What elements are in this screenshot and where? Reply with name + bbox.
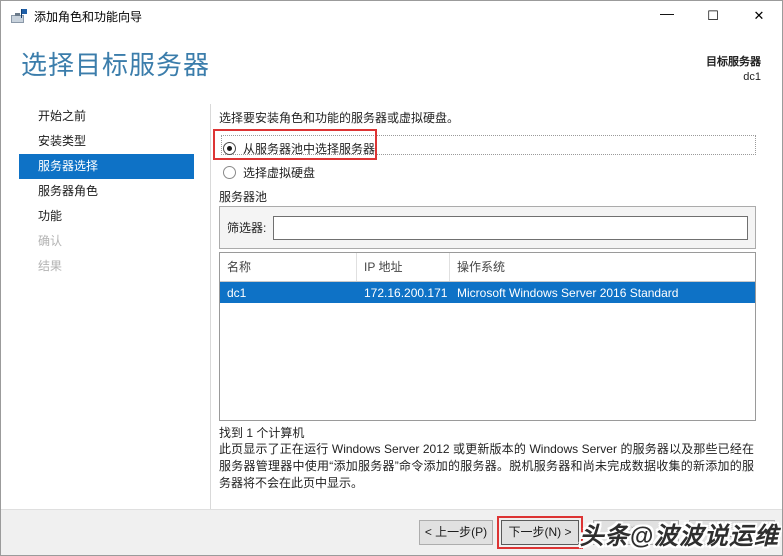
target-server-value: dc1 xyxy=(743,71,761,83)
column-header-name[interactable]: 名称 xyxy=(220,253,357,281)
cell-server-os: Microsoft Windows Server 2016 Standard xyxy=(457,285,679,300)
computers-found-text: 找到 1 个计算机 xyxy=(219,426,305,440)
sidebar-item-server-roles[interactable]: 服务器角色 xyxy=(19,179,194,204)
sidebar-item-installation-type[interactable]: 安装类型 xyxy=(19,129,194,154)
column-header-ip[interactable]: IP 地址 xyxy=(357,253,450,281)
radio-select-vhd[interactable]: 选择虚拟硬盘 xyxy=(223,164,315,181)
filter-panel: 筛选器: xyxy=(219,206,756,249)
wizard-footer: < 上一步(P) 下一步(N) > 安装(I) 取消 头条@波波说运维 xyxy=(1,509,782,555)
watermark-text: 头条@波波说运维 xyxy=(579,523,779,550)
sidebar-item-confirmation: 确认 xyxy=(38,234,63,248)
radio-select-from-pool[interactable]: 从服务器池中选择服务器 xyxy=(223,140,375,157)
table-row-dc1[interactable]: dc1 172.16.200.171 Microsoft Windows Ser… xyxy=(220,282,755,303)
target-server-label: 目标服务器 xyxy=(706,56,761,68)
cell-server-name: dc1 xyxy=(227,285,247,300)
title-bar: 添加角色和功能向导 — ☐ ✕ xyxy=(1,1,782,31)
server-pool-table: 名称 IP 地址 操作系统 dc1 172.16.200.171 Microso… xyxy=(219,252,756,421)
radio-vhd-label[interactable]: 选择虚拟硬盘 xyxy=(243,164,315,181)
wizard-header: 选择目标服务器 目标服务器 dc1 xyxy=(1,31,782,104)
sidebar-item-server-selection[interactable]: 服务器选择 xyxy=(19,154,194,179)
radio-checked-icon[interactable] xyxy=(223,142,236,155)
window-controls: — ☐ ✕ xyxy=(644,1,782,31)
next-button[interactable]: 下一步(N) > xyxy=(501,520,579,545)
sidebar-item-results: 结果 xyxy=(38,259,63,273)
sidebar-item-features[interactable]: 功能 xyxy=(19,204,194,229)
table-header-row: 名称 IP 地址 操作系统 xyxy=(220,253,755,282)
sidebar-item-before-you-begin[interactable]: 开始之前 xyxy=(19,104,194,129)
page-title: 选择目标服务器 xyxy=(21,50,211,80)
wizard-window: 添加角色和功能向导 — ☐ ✕ 选择目标服务器 目标服务器 dc1 开始之前 安… xyxy=(0,0,783,556)
page-description-text: 此页显示了正在运行 Windows Server 2012 或更新版本的 Win… xyxy=(219,442,754,490)
instruction-text: 选择要安装角色和功能的服务器或虚拟硬盘。 xyxy=(219,111,460,125)
minimize-icon[interactable]: — xyxy=(644,1,690,31)
radio-unchecked-icon[interactable] xyxy=(223,166,236,179)
server-pool-title: 服务器池 xyxy=(219,190,268,204)
maximize-icon[interactable]: ☐ xyxy=(690,1,736,31)
filter-label: 筛选器: xyxy=(227,221,267,235)
wizard-steps-sidebar: 开始之前 安装类型 服务器选择 服务器角色 功能 确认 结果 xyxy=(1,104,211,509)
radio-pool-label[interactable]: 从服务器池中选择服务器 xyxy=(243,140,375,157)
server-selection-content: 选择要安装角色和功能的服务器或虚拟硬盘。 从服务器池中选择服务器 选择虚拟硬盘 … xyxy=(213,104,756,509)
filter-input[interactable] xyxy=(273,215,748,240)
target-server-block: 目标服务器 dc1 xyxy=(706,53,761,83)
window-title: 添加角色和功能向导 xyxy=(34,9,143,24)
close-icon[interactable]: ✕ xyxy=(736,1,782,31)
wizard-body: 开始之前 安装类型 服务器选择 服务器角色 功能 确认 结果 选择要安装角色和功… xyxy=(1,104,782,509)
previous-button[interactable]: < 上一步(P) xyxy=(419,520,493,545)
cell-server-ip: 172.16.200.171 xyxy=(364,285,448,300)
wizard-app-icon xyxy=(11,9,27,23)
column-header-os[interactable]: 操作系统 xyxy=(450,253,755,281)
